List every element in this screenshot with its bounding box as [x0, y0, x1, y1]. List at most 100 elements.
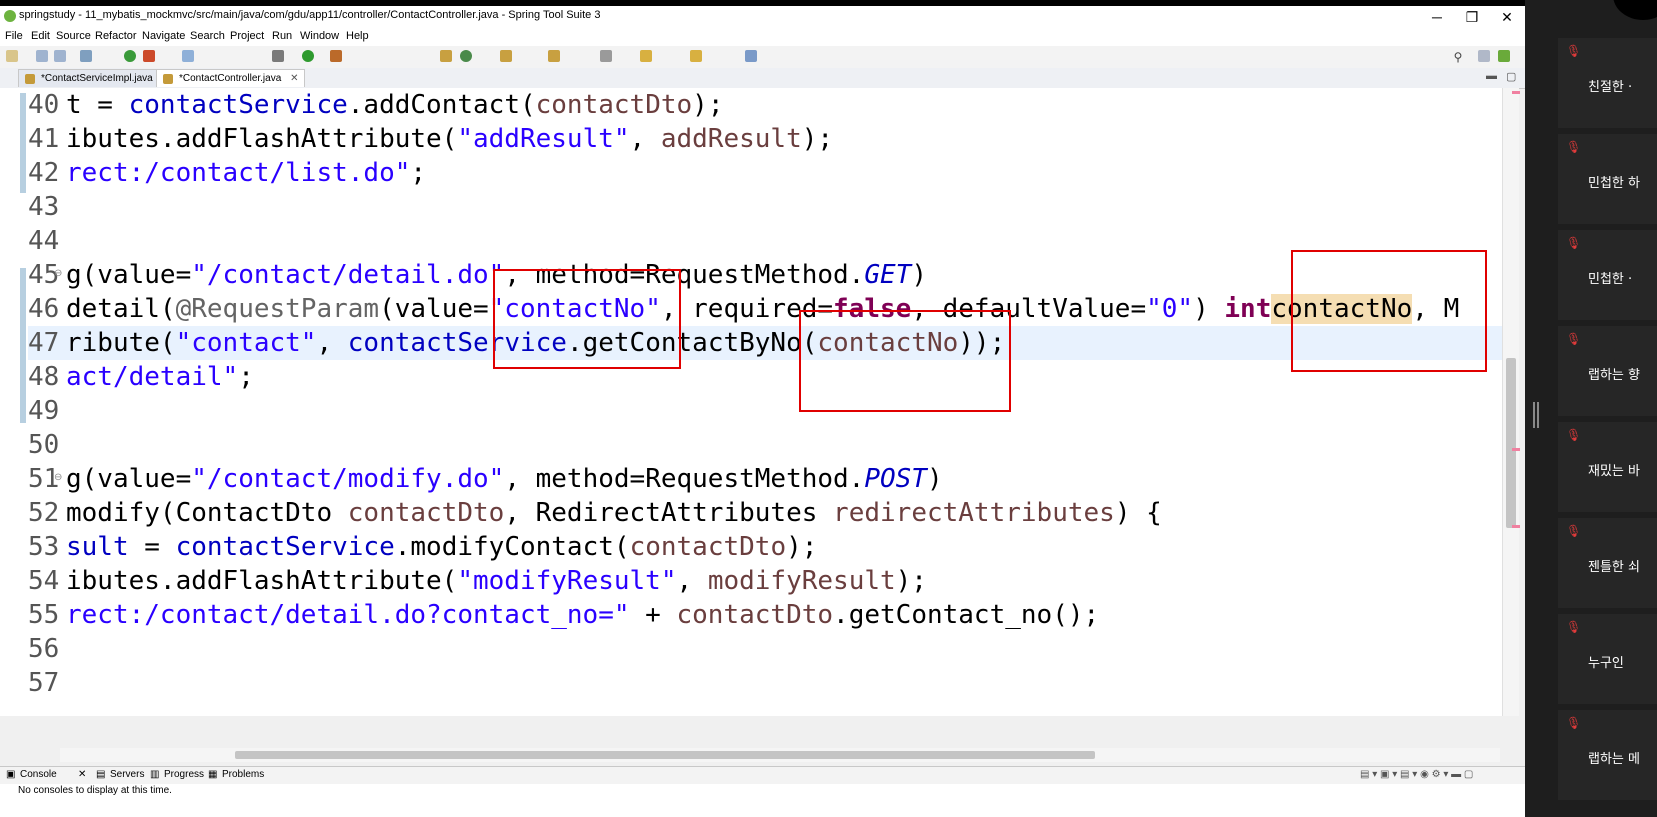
code-line[interactable]: 42 rect:/contact/list.do"; [28, 156, 1502, 190]
new-java-project-icon[interactable] [440, 50, 452, 62]
menu-refactor[interactable]: Refactor [95, 30, 137, 42]
code-line[interactable]: 53 sult = contactService.modifyContact(co… [28, 530, 1502, 564]
menu-help[interactable]: Help [346, 30, 369, 42]
close-console-icon[interactable]: ✕ [78, 769, 86, 780]
new-class-icon[interactable] [460, 50, 472, 62]
menu-navigate[interactable]: Navigate [142, 30, 185, 42]
debug-icon[interactable] [272, 50, 284, 62]
code-line[interactable]: 55 rect:/contact/detail.do?contact_no=" +… [28, 598, 1502, 632]
close-tab-icon[interactable]: ✕ [290, 73, 298, 84]
editor-ruler [0, 88, 28, 716]
pin-editor-icon[interactable] [745, 50, 757, 62]
participant-tile[interactable]: 🎙 누구인 [1558, 614, 1657, 704]
code-line[interactable]: 57 [28, 666, 1502, 700]
code-line[interactable]: 46 detail(@RequestParam(value="contactNo"… [28, 292, 1502, 326]
code-token: .modifyContact( [394, 532, 630, 562]
code-line[interactable]: 52 modify(ContactDto contactDto, Redirect… [28, 496, 1502, 530]
participant-tile[interactable]: 🎙 랩하는 메 [1558, 710, 1657, 800]
close-button[interactable]: ✕ [1490, 6, 1524, 28]
menu-source[interactable]: Source [56, 30, 91, 42]
editor-horizontal-scrollbar[interactable] [60, 748, 1500, 762]
external-tools-icon[interactable] [330, 50, 342, 62]
stop-icon[interactable] [143, 50, 155, 62]
maximize-editor-icon[interactable]: ▢ [1506, 70, 1516, 83]
participant-tile[interactable]: 🎙 젠틀한 쇠 [1558, 518, 1657, 608]
tab-contact-controller[interactable]: *ContactController.java ✕ [156, 69, 306, 87]
code-editor[interactable]: 40 t = contactService.addContact(contactD… [0, 88, 1502, 716]
code-token: = [128, 532, 176, 562]
overview-marker[interactable] [1512, 448, 1520, 451]
fold-toggle-icon[interactable]: ⊖ [54, 268, 62, 279]
participant-tile[interactable]: 🎙 민첩한 하 [1558, 134, 1657, 224]
scroll-thumb[interactable] [1506, 358, 1516, 528]
code-line[interactable]: 47 ribute("contact", contactService.getCo… [28, 326, 1502, 360]
code-token: contactDto [347, 498, 505, 528]
tab-contact-service-impl[interactable]: *ContactServiceImpl.java [18, 69, 160, 87]
search-toolbar-icon[interactable] [548, 50, 560, 62]
code-token: contactService [128, 90, 348, 120]
open-type-icon[interactable] [500, 50, 512, 62]
code-line[interactable]: 50 [28, 428, 1502, 462]
next-annotation-icon[interactable] [600, 50, 612, 62]
code-line[interactable]: 43 [28, 190, 1502, 224]
save-icon[interactable] [36, 50, 48, 62]
spring-boot-icon[interactable] [124, 50, 136, 62]
back-icon[interactable] [640, 50, 652, 62]
code-line[interactable]: 49 [28, 394, 1502, 428]
code-line[interactable]: 51 g(value="/contact/modify.do", method=R… [28, 462, 1502, 496]
menu-search[interactable]: Search [190, 30, 225, 42]
resize-handle[interactable] [1533, 402, 1539, 428]
participant-tile[interactable]: 🎙 친절한 · [1558, 38, 1657, 128]
code-token: contactService [175, 532, 395, 562]
code-line[interactable]: 54 ibutes.addFlashAttribute("modifyResult… [28, 564, 1502, 598]
menu-edit[interactable]: Edit [31, 30, 50, 42]
console-icon[interactable] [80, 50, 92, 62]
code-line[interactable]: 56 [28, 632, 1502, 666]
tab-console[interactable]: Console [20, 769, 57, 780]
participant-tile[interactable]: 🎙 랩하는 향 [1558, 326, 1657, 416]
code-line[interactable]: 48 act/detail"; [28, 360, 1502, 394]
editor-vertical-scrollbar[interactable] [1502, 88, 1519, 716]
tab-progress[interactable]: Progress [164, 769, 204, 780]
code-line[interactable]: 41 ibutes.addFlashAttribute("addResult", … [28, 122, 1502, 156]
console-toolbar-icons[interactable]: ▤ ▾ ▣ ▾ ▤ ▾ ◉ ⚙ ▾ ▬ ▢ [1360, 769, 1473, 780]
tab-servers[interactable]: Servers [110, 769, 144, 780]
code-token: , [316, 328, 348, 358]
code-line[interactable]: 45 g(value="/contact/detail.do", method=R… [28, 258, 1502, 292]
quick-access-search-icon[interactable]: ⚲ [1450, 49, 1466, 65]
main-toolbar: ⚲ [0, 46, 1525, 69]
minimize-button[interactable]: ─ [1420, 6, 1454, 28]
console-output: No consoles to display at this time. [0, 784, 1525, 817]
code-token: act/detail" [66, 362, 239, 392]
minimize-editor-icon[interactable]: ▬ [1486, 70, 1497, 82]
code-token: ) [926, 464, 943, 494]
new-icon[interactable] [6, 50, 18, 62]
console-message: No consoles to display at this time. [18, 785, 172, 796]
spring-perspective-icon[interactable] [1498, 50, 1510, 62]
menu-project[interactable]: Project [230, 30, 264, 42]
code-line[interactable]: 40 t = contactService.addContact(contactD… [28, 88, 1502, 122]
highlight-icon[interactable] [182, 50, 194, 62]
ide-window: springstudy - 11_mybatis_mockmvc/src/mai… [0, 6, 1525, 817]
code-token: ); [895, 566, 927, 596]
mic-muted-icon: 🎙 [1566, 236, 1582, 250]
scroll-thumb[interactable] [235, 751, 1095, 759]
open-perspective-icon[interactable] [1478, 50, 1490, 62]
run-icon[interactable] [302, 50, 314, 62]
participant-tile[interactable]: 🎙 재밌는 바 [1558, 422, 1657, 512]
fold-toggle-icon[interactable]: ⊖ [54, 472, 62, 483]
menu-file[interactable]: File [5, 30, 23, 42]
tab-problems[interactable]: Problems [222, 769, 264, 780]
maximize-button[interactable]: ❐ [1455, 6, 1489, 28]
code-token: rect:/contact/detail.do?contact_no=" [66, 600, 630, 630]
participant-tile[interactable]: 🎙 민첩한 · [1558, 230, 1657, 320]
save-all-icon[interactable] [54, 50, 66, 62]
mic-muted-icon: 🎙 [1566, 332, 1582, 346]
forward-icon[interactable] [690, 50, 702, 62]
code-line[interactable]: 44 [28, 224, 1502, 258]
change-indicator [20, 93, 26, 193]
menu-window[interactable]: Window [300, 30, 339, 42]
overview-marker[interactable] [1512, 525, 1520, 528]
menu-run[interactable]: Run [272, 30, 292, 42]
overview-marker[interactable] [1512, 91, 1520, 94]
